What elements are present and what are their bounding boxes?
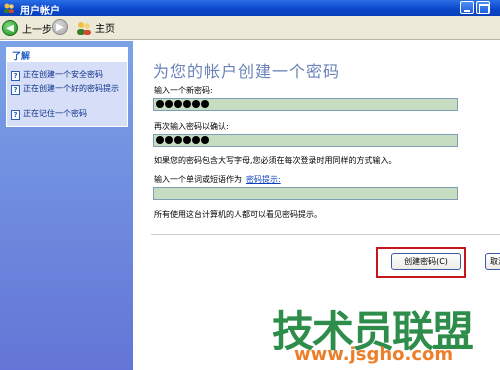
- sidebar-item-label: 正在记住一个密码: [23, 109, 87, 118]
- forward-button[interactable]: ▶: [52, 19, 68, 35]
- users-icon: [77, 21, 91, 35]
- sidebar-item-secure-password[interactable]: ? 正在创建一个安全密码: [11, 70, 123, 81]
- password-hint-label-text: 输入一个单词或短语作为: [154, 175, 242, 184]
- back-button-label: 上一步: [22, 24, 52, 36]
- back-arrow-icon: ◀: [2, 20, 18, 36]
- confirm-password-label: 再次输入密码以确认:: [154, 122, 229, 131]
- password-mask: [156, 100, 210, 108]
- new-password-field[interactable]: [153, 98, 458, 111]
- password-hint-field[interactable]: [153, 187, 458, 200]
- case-sensitivity-note: 如果您的密码包含大写字母,您必须在每次登录时用同样的方式输入。: [154, 156, 397, 165]
- sidebar-item-label: 正在创建一个好的密码提示: [23, 84, 119, 93]
- password-hint-link[interactable]: 密码提示:: [246, 175, 281, 184]
- toolbar: ◀ 上一步 ▶ 主页: [0, 16, 500, 40]
- maximize-button[interactable]: [476, 1, 490, 14]
- home-button-label: 主页: [95, 24, 115, 35]
- password-mask: [156, 136, 210, 144]
- help-icon: ?: [11, 85, 20, 95]
- password-hint-note: 所有使用这台计算机的人都可以看见密码提示。: [154, 210, 322, 219]
- cancel-button[interactable]: 取消: [485, 253, 500, 270]
- learn-about-box: 了解 ? 正在创建一个安全密码 ? 正在创建一个好的密码提示 ? 正在记住一个密…: [6, 47, 128, 127]
- help-icon: ?: [11, 71, 20, 81]
- back-button[interactable]: ◀ 上一步: [2, 19, 52, 37]
- watermark-url: www.jsgho.com: [294, 344, 454, 365]
- learn-about-header: 了解: [7, 48, 127, 62]
- window-title: 用户帐户: [20, 6, 60, 17]
- password-hint-label: 输入一个单词或短语作为 密码提示:: [154, 174, 281, 185]
- sidebar-item-label: 正在创建一个安全密码: [23, 70, 103, 79]
- confirm-password-field[interactable]: [153, 134, 458, 147]
- help-icon: ?: [11, 110, 20, 120]
- user-accounts-icon: [4, 3, 14, 13]
- minimize-button[interactable]: [460, 1, 474, 14]
- left-task-pane: 了解 ? 正在创建一个安全密码 ? 正在创建一个好的密码提示 ? 正在记住一个密…: [0, 41, 133, 370]
- home-button[interactable]: 主页: [76, 20, 115, 35]
- new-password-label: 输入一个新密码:: [154, 86, 213, 95]
- divider: [151, 234, 500, 235]
- page-title: 为您的帐户创建一个密码: [153, 62, 341, 81]
- sidebar-item-remember-password[interactable]: ? 正在记住一个密码: [11, 109, 123, 120]
- window-titlebar: 用户帐户: [0, 0, 500, 17]
- sidebar-item-password-hint[interactable]: ? 正在创建一个好的密码提示: [11, 84, 123, 95]
- create-password-button[interactable]: 创建密码(C): [391, 253, 461, 270]
- forward-arrow-icon: ▶: [52, 19, 68, 35]
